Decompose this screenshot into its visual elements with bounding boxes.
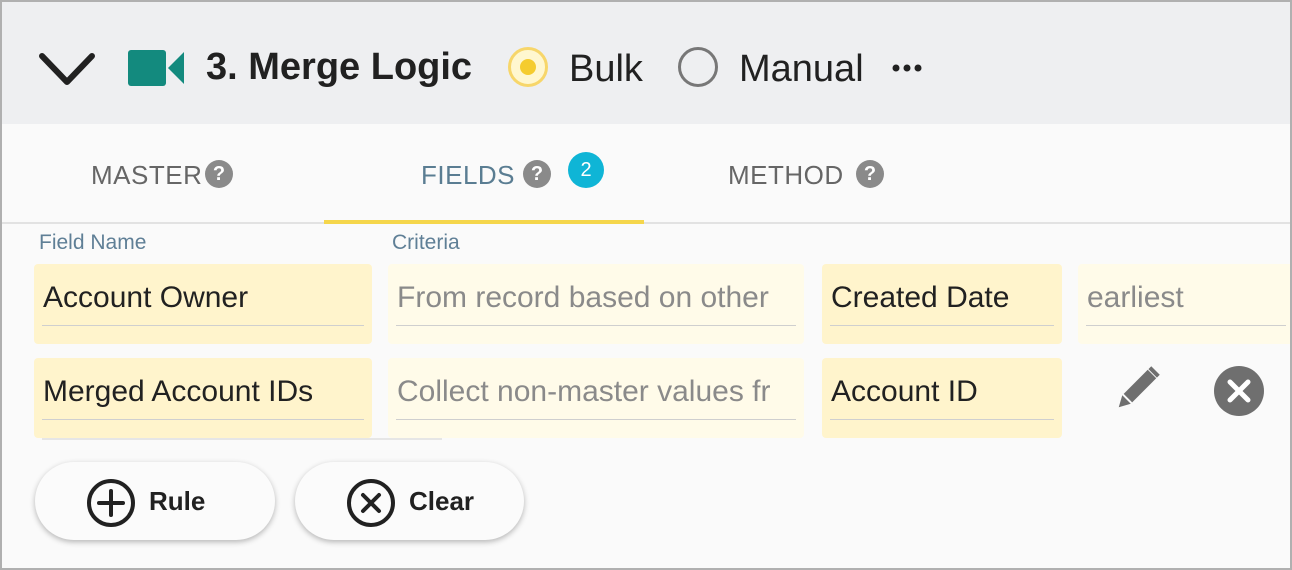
input-underline [42, 325, 364, 326]
criteria-input[interactable]: Collect non-master values fr [388, 358, 804, 438]
input-underline [830, 325, 1054, 326]
clear-button[interactable]: Clear [295, 462, 524, 540]
clear-label: Clear [409, 486, 475, 516]
tab-master[interactable]: MASTER ? [2, 124, 322, 224]
add-rule-button[interactable]: Rule [35, 462, 275, 540]
field-name-input[interactable]: Merged Account IDs [34, 358, 372, 438]
input-underline [396, 325, 796, 326]
column-header-field-name: Field Name [39, 231, 147, 254]
field-name-input[interactable]: Account Owner [34, 264, 372, 344]
chevron-down-icon[interactable] [38, 46, 96, 90]
add-circle-icon [87, 479, 135, 527]
criteria-input[interactable]: From record based on other [388, 264, 804, 344]
source-field-select[interactable]: Account ID [822, 358, 1062, 438]
input-underline [396, 419, 796, 420]
help-icon[interactable]: ? [523, 160, 551, 188]
section-title: 3. Merge Logic [206, 46, 473, 88]
field-name-value: Account Owner [43, 281, 249, 314]
source-field-value: Created Date [831, 281, 1010, 314]
merge-logic-panel: 3. Merge Logic Bulk Manual MASTER ? FIEL… [0, 0, 1292, 570]
close-circle-outline-icon [347, 479, 395, 527]
video-camera-icon [128, 50, 184, 86]
radio-manual-label[interactable]: Manual [739, 44, 864, 94]
close-circle-icon[interactable] [1212, 364, 1266, 418]
section-header: 3. Merge Logic Bulk Manual [2, 2, 1290, 124]
fields-count-badge: 2 [568, 152, 604, 188]
tab-fields-label: FIELDS [421, 160, 516, 190]
tab-fields[interactable]: FIELDS ? 2 [324, 124, 644, 224]
pencil-icon[interactable] [1108, 364, 1162, 418]
help-icon[interactable]: ? [856, 160, 884, 188]
tab-method[interactable]: METHOD ? [644, 124, 964, 224]
tab-master-label: MASTER [91, 160, 203, 190]
active-tab-indicator [324, 220, 644, 224]
criteria-value: Collect non-master values fr [397, 375, 771, 408]
radio-bulk[interactable] [508, 47, 548, 87]
order-select[interactable]: earliest [1078, 264, 1290, 344]
input-underline [1086, 325, 1286, 326]
input-underline [830, 419, 1054, 420]
radio-bulk-label[interactable]: Bulk [569, 44, 643, 94]
row-divider [42, 438, 442, 440]
column-header-criteria: Criteria [392, 231, 460, 254]
field-name-value: Merged Account IDs [43, 375, 314, 408]
help-icon[interactable]: ? [205, 160, 233, 188]
tab-bar: MASTER ? FIELDS ? 2 METHOD ? [2, 124, 1290, 224]
more-horizontal-icon[interactable] [892, 60, 922, 76]
source-field-select[interactable]: Created Date [822, 264, 1062, 344]
criteria-value: From record based on other [397, 281, 769, 314]
source-field-value: Account ID [831, 375, 978, 408]
add-rule-label: Rule [149, 486, 206, 516]
input-underline [42, 419, 364, 420]
order-value: earliest [1087, 281, 1184, 314]
radio-manual[interactable] [678, 47, 718, 87]
tab-method-label: METHOD [728, 160, 844, 190]
